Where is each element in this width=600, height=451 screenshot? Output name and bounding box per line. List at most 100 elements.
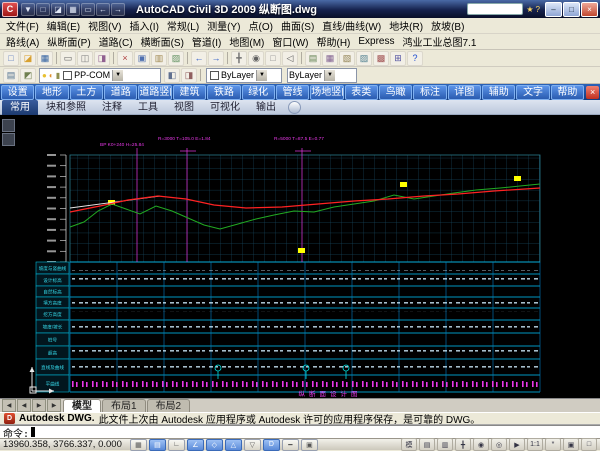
menu-row2-item-7[interactable]: 帮助(H) — [312, 34, 354, 49]
menu-row1-item-8[interactable]: 直线/曲线(W) — [318, 18, 385, 33]
status-toggle-qp[interactable]: ▣ — [301, 439, 318, 451]
menu-row2-item-1[interactable]: 纵断面(P) — [43, 34, 94, 49]
palette-icon[interactable] — [2, 119, 15, 132]
save-icon[interactable]: ▦ — [37, 51, 53, 66]
layer-states-icon[interactable]: ◩ — [20, 68, 36, 83]
ribbon-tab-0[interactable]: 常用 — [2, 100, 38, 115]
hongye-menu-2[interactable]: 土方 — [70, 85, 103, 100]
menu-row2-item-4[interactable]: 管道(I) — [188, 34, 225, 49]
properties-icon[interactable]: ▤ — [305, 51, 321, 66]
undo-icon[interactable]: ← — [191, 51, 207, 66]
ribbon-tab-3[interactable]: 工具 — [130, 100, 166, 115]
layout-tab-0[interactable]: 模型 — [63, 399, 101, 413]
hongye-menu-3[interactable]: 道路 — [104, 85, 137, 100]
pan-icon[interactable]: ╋ — [231, 51, 247, 66]
status-toggle-osnap[interactable]: ◇ — [206, 439, 223, 451]
sheet-set-manager-icon[interactable]: ▨ — [356, 51, 372, 66]
menu-row1-item-0[interactable]: 文件(F) — [2, 18, 43, 33]
status-quick-view-drawings-icon[interactable]: ▥ — [437, 438, 453, 451]
color-dropdown[interactable]: ByLayer ▼ — [206, 68, 282, 83]
ribbon-minimize-icon[interactable] — [288, 101, 301, 114]
linetype-dropdown-arrow-icon[interactable]: ▼ — [324, 70, 335, 81]
menu-row1-item-2[interactable]: 视图(V) — [84, 18, 125, 33]
plot-icon[interactable]: ▭ — [81, 3, 95, 16]
status-toggle-lwt[interactable]: ━ — [282, 439, 299, 451]
menu-row2-item-3[interactable]: 横断面(S) — [137, 34, 188, 49]
infocenter-search-input[interactable] — [467, 3, 523, 15]
status-toggle-ortho[interactable]: ∟ — [168, 439, 185, 451]
publish-icon[interactable]: ◨ — [94, 51, 110, 66]
menu-row1-item-3[interactable]: 插入(I) — [125, 18, 162, 33]
layout-tab-nav-icon[interactable]: ◀ — [17, 399, 31, 412]
status-annotation-scale-icon[interactable]: 1:1 — [527, 438, 543, 451]
menu-row2-item-0[interactable]: 路线(A) — [2, 34, 43, 49]
layer-properties-icon[interactable]: ▤ — [3, 68, 19, 83]
status-model-space-icon[interactable]: 模 — [401, 438, 417, 451]
new-icon[interactable]: □ — [36, 3, 50, 16]
status-toggle-snap[interactable]: ▦ — [130, 439, 147, 451]
menu-row2-item-2[interactable]: 道路(C) — [95, 34, 137, 49]
hongye-menu-7[interactable]: 绿化 — [242, 85, 275, 100]
ribbon-tab-2[interactable]: 注释 — [94, 100, 130, 115]
hongye-menu-0[interactable]: 设置 — [1, 85, 34, 100]
open-icon[interactable]: ◪ — [20, 51, 36, 66]
status-pan-icon[interactable]: ╋ — [455, 438, 471, 451]
layout-tab-nav-icon[interactable]: ◀ — [2, 399, 16, 412]
status-clean-screen-icon[interactable]: □ — [581, 438, 597, 451]
layout-tab-2[interactable]: 布局2 — [147, 399, 191, 413]
ribbon-tab-4[interactable]: 视图 — [166, 100, 202, 115]
hongye-menu-6[interactable]: 铁路 — [207, 85, 240, 100]
hongye-menu-16[interactable]: 帮助 — [551, 85, 584, 100]
plot-icon[interactable]: ▭ — [60, 51, 76, 66]
command-line[interactable]: 命令: — [0, 425, 600, 438]
menu-row1-item-4[interactable]: 常规(L) — [163, 18, 203, 33]
hongye-menu-4[interactable]: 道路竖向 — [138, 85, 171, 100]
new-icon[interactable]: □ — [3, 51, 19, 66]
menu-row1-item-10[interactable]: 放坡(B) — [427, 18, 468, 33]
hongye-menu-15[interactable]: 文字 — [516, 85, 549, 100]
menu-row2-item-9[interactable]: 鸿业工业总图7.1 — [399, 34, 481, 49]
menu-row1-item-6[interactable]: 点(O) — [245, 18, 277, 33]
status-toolbar-lock-icon[interactable]: ▣ — [563, 438, 579, 451]
layout-tab-nav-icon[interactable]: ▶ — [47, 399, 61, 412]
redo-icon[interactable]: → — [111, 3, 125, 16]
drawing-canvas[interactable]: 坡度与竖曲线设计标高自然标高填方高度挖方高度坡度/坡长桩号超高直线及曲线平曲线B… — [0, 115, 600, 398]
infocenter-star-icon[interactable]: ★ — [526, 5, 533, 14]
redo-icon[interactable]: → — [208, 51, 224, 66]
help-icon[interactable]: ? — [407, 51, 423, 66]
quick-calc-icon[interactable]: ⊞ — [390, 51, 406, 66]
status-quick-view-layouts-icon[interactable]: ▤ — [419, 438, 435, 451]
markup-set-manager-icon[interactable]: ▩ — [373, 51, 389, 66]
layout-tab-1[interactable]: 布局1 — [102, 399, 146, 413]
hongye-menu-13[interactable]: 详图 — [448, 85, 481, 100]
save-icon[interactable]: ▦ — [66, 3, 80, 16]
status-toggle-polar[interactable]: ∠ — [187, 439, 204, 451]
infocenter-help-icon[interactable]: ? — [536, 5, 540, 14]
plot-preview-icon[interactable]: ◫ — [77, 51, 93, 66]
hongye-close-icon[interactable]: × — [586, 86, 599, 99]
menu-row1-item-7[interactable]: 曲面(S) — [277, 18, 318, 33]
palette-icon[interactable] — [2, 133, 15, 146]
status-steering-wheel-icon[interactable]: ◎ — [491, 438, 507, 451]
zoom-realtime-icon[interactable]: ◉ — [248, 51, 264, 66]
layer-previous-icon[interactable]: ◨ — [181, 68, 197, 83]
hongye-menu-5[interactable]: 建筑 — [173, 85, 206, 100]
hongye-menu-12[interactable]: 标注 — [413, 85, 446, 100]
open-icon[interactable]: ◪ — [51, 3, 65, 16]
cut-icon[interactable]: × — [117, 51, 133, 66]
status-toggle-ducs[interactable]: ▽ — [244, 439, 261, 451]
status-zoom-icon[interactable]: ◉ — [473, 438, 489, 451]
minimize-button[interactable]: – — [545, 2, 562, 17]
zoom-window-icon[interactable]: □ — [265, 51, 281, 66]
color-dropdown-arrow-icon[interactable]: ▼ — [256, 70, 267, 81]
menu-browser-icon[interactable]: ▼ — [21, 3, 35, 16]
match-properties-icon[interactable]: ▨ — [168, 51, 184, 66]
menu-row2-item-5[interactable]: 地图(M) — [225, 34, 268, 49]
hongye-menu-8[interactable]: 管线 — [276, 85, 309, 100]
ribbon-tab-5[interactable]: 可视化 — [202, 100, 248, 115]
close-button[interactable]: × — [581, 2, 598, 17]
hongye-menu-10[interactable]: 表类 — [345, 85, 378, 100]
design-center-icon[interactable]: ▦ — [322, 51, 338, 66]
ribbon-tab-1[interactable]: 块和参照 — [38, 100, 94, 115]
layer-dropdown-arrow-icon[interactable]: ▼ — [112, 70, 123, 81]
